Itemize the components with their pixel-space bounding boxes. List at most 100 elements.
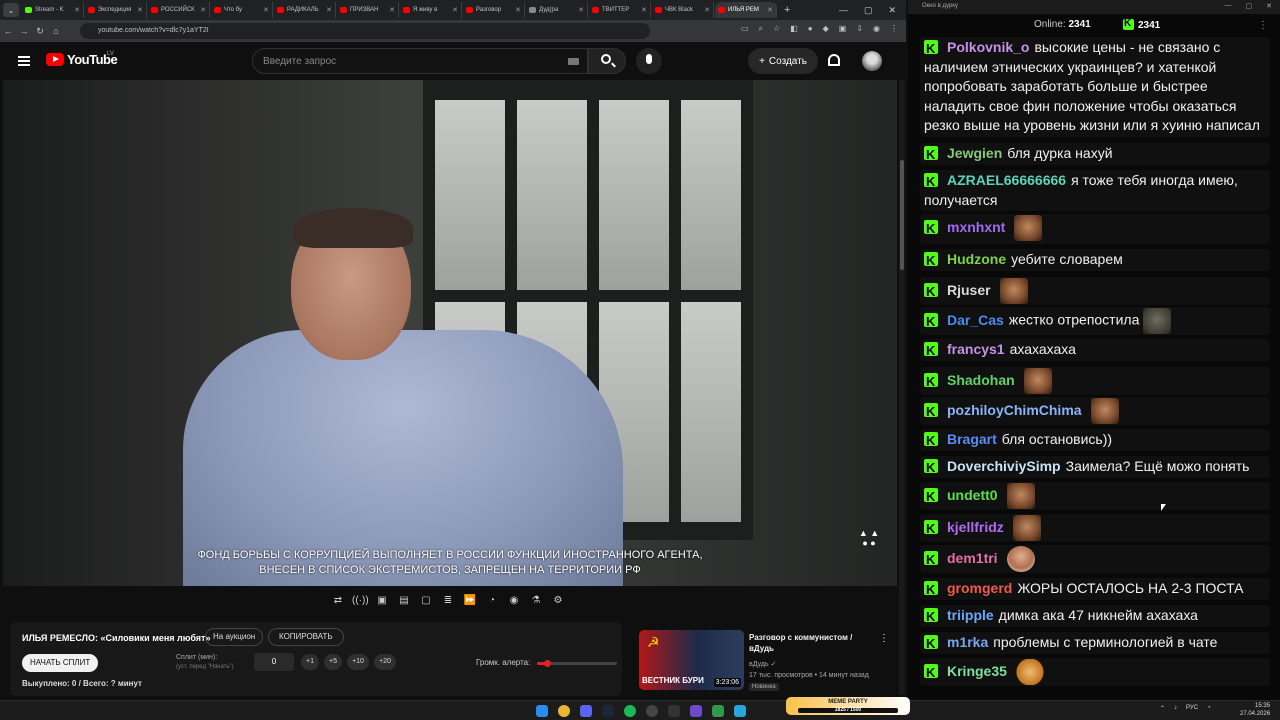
close-icon[interactable]: ✕: [888, 5, 896, 16]
notifications-bell-icon[interactable]: [828, 54, 840, 66]
home-icon[interactable]: ⌂: [48, 26, 64, 36]
start-icon[interactable]: [536, 705, 548, 717]
picture-in-picture-icon[interactable]: ▢: [418, 594, 434, 608]
video-player[interactable]: ▲ ▲ ● ● ФОНД БОРЬБЫ С КОРРУПЦИЕЙ ВЫПОЛНЯЕ…: [3, 80, 897, 586]
reload-icon[interactable]: ↻: [32, 26, 48, 37]
step-button-5[interactable]: +5: [324, 654, 342, 670]
lab-icon[interactable]: ⚗: [528, 594, 544, 608]
chat-username[interactable]: Bragart: [947, 431, 997, 447]
browser-tab[interactable]: ИЛЬЯ РЕМ ✕: [715, 2, 777, 18]
speed-icon[interactable]: ⏩: [462, 594, 478, 608]
profile-icon[interactable]: ◉: [873, 24, 880, 34]
tab-close-icon[interactable]: ✕: [263, 6, 269, 14]
download-icon[interactable]: ⇩: [856, 24, 863, 34]
url-field[interactable]: youtube.com/watch?v=dlc7y1aYT2I: [80, 23, 650, 39]
chevron-up-icon[interactable]: ⌃: [1160, 705, 1165, 712]
keyboard-icon[interactable]: [568, 58, 579, 65]
recommended-channel-name[interactable]: вДудь ✓: [749, 660, 776, 668]
app-icon[interactable]: [712, 705, 724, 717]
gauge-icon[interactable]: ◔: [484, 594, 500, 608]
scrollbar-thumb[interactable]: [900, 160, 904, 270]
chat-username[interactable]: triipple: [947, 607, 994, 623]
screen-record-icon[interactable]: ▣: [374, 594, 390, 608]
zoom-icon[interactable]: ⌕: [759, 24, 763, 34]
spotify-icon[interactable]: [624, 705, 636, 717]
browser-tab[interactable]: ПРИЗВАН ✕: [337, 2, 399, 18]
browser-tab[interactable]: Разговор ✕: [463, 2, 525, 18]
chat-username[interactable]: pozhiloyChimChima: [947, 402, 1082, 418]
browser-tab[interactable]: Я живу в ✕: [400, 2, 462, 18]
loop-icon[interactable]: ⇄: [330, 594, 346, 608]
extension-icon[interactable]: ▣: [839, 24, 847, 34]
tab-close-icon[interactable]: ✕: [137, 6, 143, 14]
bookmark-star-icon[interactable]: ☆: [773, 24, 780, 34]
minimize-icon[interactable]: —: [1225, 2, 1232, 10]
chat-username[interactable]: gromgerd: [947, 580, 1012, 596]
discord-icon[interactable]: [580, 705, 592, 717]
chat-username[interactable]: francys1: [947, 341, 1005, 357]
subtitles-icon[interactable]: ≣: [440, 594, 456, 608]
gear-icon[interactable]: ⚙: [550, 594, 566, 608]
mic-tray-icon[interactable]: ♪: [1174, 705, 1177, 712]
maximize-icon[interactable]: ▢: [864, 5, 873, 16]
extension-icon[interactable]: ●: [808, 24, 813, 34]
tab-search-icon[interactable]: ⌄: [3, 3, 19, 17]
chat-username[interactable]: Polkovnik_o: [947, 39, 1029, 55]
app-icon[interactable]: [690, 705, 702, 717]
obs-icon[interactable]: [646, 705, 658, 717]
browser-tab[interactable]: РАДИКАЛЬ ✕: [274, 2, 336, 18]
tab-close-icon[interactable]: ✕: [515, 6, 521, 14]
clock[interactable]: 15:35 27.04.2026: [1240, 702, 1270, 718]
close-icon[interactable]: ✕: [1266, 2, 1272, 10]
steam-icon[interactable]: [602, 705, 614, 717]
browser-tab[interactable]: Экспедиция ✕: [85, 2, 147, 18]
tab-close-icon[interactable]: ✕: [389, 6, 395, 14]
tab-close-icon[interactable]: ✕: [578, 6, 584, 14]
camera-icon[interactable]: ◉: [506, 594, 522, 608]
chat-username[interactable]: Kringe35: [947, 663, 1007, 679]
tab-close-icon[interactable]: ✕: [767, 6, 773, 14]
more-options-icon[interactable]: ⋮: [879, 633, 889, 644]
tab-close-icon[interactable]: ✕: [704, 6, 710, 14]
chat-username[interactable]: Dar_Cas: [947, 312, 1004, 328]
search-input[interactable]: Введите запрос: [252, 48, 588, 74]
chat-username[interactable]: DoverchiviySimp: [947, 458, 1061, 474]
browser-tab[interactable]: ТВИТТЕР ✕: [589, 2, 651, 18]
chat-username[interactable]: AZRAEL66666666: [947, 172, 1066, 188]
network-icon[interactable]: ◔: [1207, 705, 1211, 712]
browser-tab[interactable]: ЧВК Black ✕: [652, 2, 714, 18]
step-button-20[interactable]: +20: [374, 654, 396, 670]
browser-tab[interactable]: Дуд(ра ✕: [526, 2, 588, 18]
tab-close-icon[interactable]: ✕: [452, 6, 458, 14]
chat-username[interactable]: Hudzone: [947, 251, 1006, 267]
app-icon[interactable]: [668, 705, 680, 717]
hamburger-menu-icon[interactable]: [18, 56, 30, 66]
step-button-1[interactable]: +1: [301, 654, 319, 670]
browser-menu-icon[interactable]: ⋮: [890, 24, 898, 34]
clapper-icon[interactable]: ▤: [396, 594, 412, 608]
tab-close-icon[interactable]: ✕: [326, 6, 332, 14]
page-scrollbar[interactable]: [899, 80, 905, 695]
chat-username[interactable]: mxnhxnt: [947, 219, 1005, 235]
extension-icon[interactable]: ◆: [823, 24, 829, 34]
chrome-icon[interactable]: [558, 705, 570, 717]
start-split-button[interactable]: НАЧАТЬ СПЛИТ: [22, 654, 99, 672]
recommended-video-title[interactable]: Разговор с коммунистом / вДудь: [749, 632, 869, 654]
new-tab-icon[interactable]: +: [784, 4, 790, 16]
chat-username[interactable]: dem1tri: [947, 550, 998, 566]
chat-menu-icon[interactable]: ⋮: [1258, 20, 1268, 31]
maximize-icon[interactable]: ▢: [1246, 2, 1253, 10]
chat-username[interactable]: Jewgien: [947, 145, 1002, 161]
voice-search-button[interactable]: [636, 48, 662, 74]
auction-button[interactable]: На аукцион: [205, 628, 264, 646]
extension-icon[interactable]: ◧: [790, 24, 798, 34]
alert-volume-slider[interactable]: [537, 660, 617, 667]
alert-volume-handle[interactable]: [544, 660, 552, 667]
chat-username[interactable]: m1rka: [947, 634, 988, 650]
cast-icon[interactable]: ▭: [741, 24, 749, 34]
split-minutes-input[interactable]: 0: [254, 653, 294, 671]
recommended-video-thumbnail[interactable]: ☭ ВЕСТНИК БУРИ 3:23:06: [639, 630, 744, 690]
broadcast-icon[interactable]: ((·)): [352, 594, 369, 608]
language-indicator[interactable]: РУС: [1186, 705, 1198, 712]
telegram-icon[interactable]: [734, 705, 746, 717]
